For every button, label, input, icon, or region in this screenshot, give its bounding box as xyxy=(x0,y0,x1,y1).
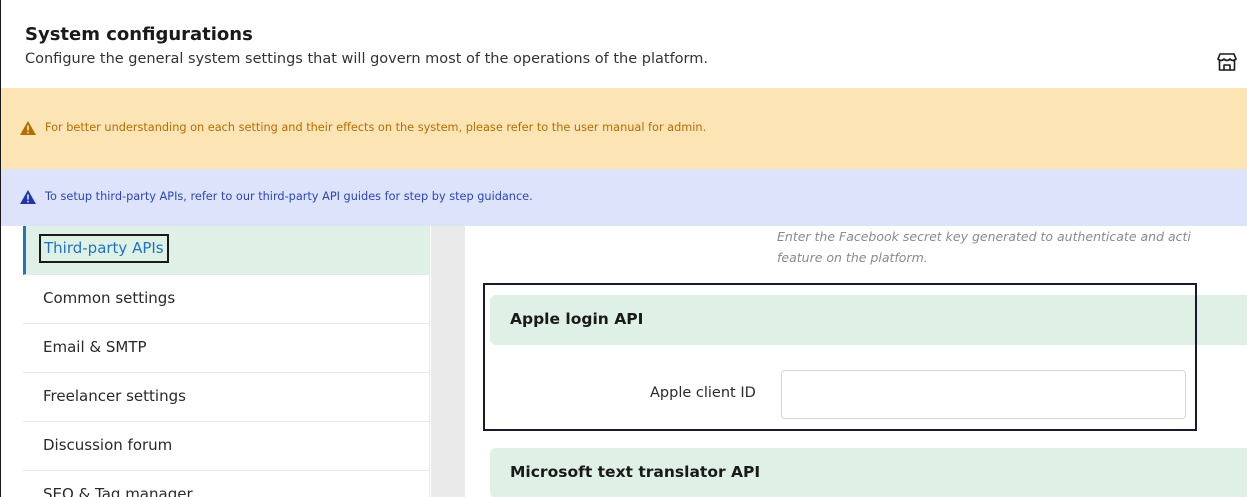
sidebar-item-label: Freelancer settings xyxy=(43,387,186,405)
warning-banner: For better understanding on each setting… xyxy=(1,88,1247,169)
section-title: Microsoft text translator API xyxy=(510,463,761,481)
microsoft-translator-api-header: Microsoft text translator API xyxy=(490,448,1247,497)
page-title: System configurations xyxy=(25,24,253,45)
helper-line-1: Enter the Facebook secret key generated … xyxy=(777,229,1191,244)
page-subtitle: Configure the general system settings th… xyxy=(25,51,708,67)
sidebar-item-third-party-apis[interactable]: Third-party APIs xyxy=(23,226,429,275)
sidebar-item-seo-tag-manager[interactable]: SEO & Tag manager xyxy=(23,471,429,497)
sidebar-item-label: SEO & Tag manager xyxy=(43,485,193,497)
apple-login-api-header: Apple login API xyxy=(490,295,1247,345)
store-icon[interactable] xyxy=(1215,50,1239,74)
info-triangle-icon xyxy=(20,190,36,204)
settings-content: Enter the Facebook secret key generated … xyxy=(431,226,1247,497)
sidebar-item-freelancer-settings[interactable]: Freelancer settings xyxy=(23,373,429,422)
apple-client-id-label: Apple client ID xyxy=(650,385,756,401)
sidebar-item-label: Discussion forum xyxy=(43,436,173,454)
sidebar-item-common-settings[interactable]: Common settings xyxy=(23,275,429,324)
sidebar-item-label: Email & SMTP xyxy=(43,338,147,356)
page-header: System configurations Configure the gene… xyxy=(1,0,1247,88)
info-banner-text: To setup third-party APIs, refer to our … xyxy=(45,190,533,203)
sidebar-item-label: Common settings xyxy=(43,289,176,307)
facebook-secret-helper-text: Enter the Facebook secret key generated … xyxy=(777,226,1247,268)
info-banner: To setup third-party APIs, refer to our … xyxy=(1,169,1247,226)
helper-line-2: feature on the platform. xyxy=(777,250,928,265)
warning-icon xyxy=(20,121,36,135)
apple-client-id-input[interactable] xyxy=(781,370,1186,419)
sidebar-item-label: Third-party APIs xyxy=(39,234,169,263)
settings-sidebar: Third-party APIs Common settings Email &… xyxy=(23,226,430,497)
section-title: Apple login API xyxy=(510,310,644,328)
sidebar-item-discussion-forum[interactable]: Discussion forum xyxy=(23,422,429,471)
warning-banner-text: For better understanding on each setting… xyxy=(45,121,707,134)
app-window: System configurations Configure the gene… xyxy=(0,0,1247,497)
sidebar-item-email-smtp[interactable]: Email & SMTP xyxy=(23,324,429,373)
content-gutter xyxy=(431,226,465,497)
